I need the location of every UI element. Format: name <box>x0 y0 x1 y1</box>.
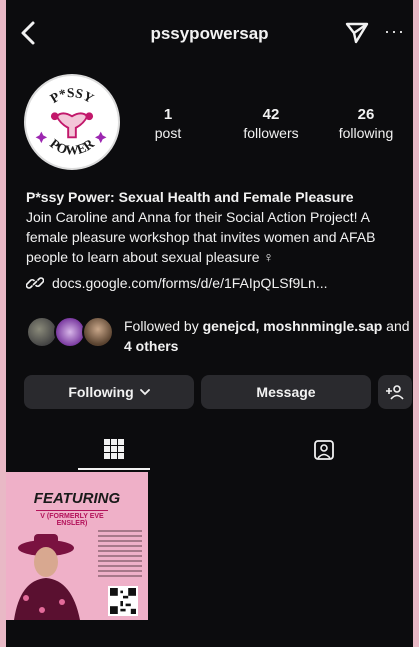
svg-text:P*SSY: P*SSY <box>47 85 96 106</box>
followers-count: 42 <box>262 106 280 123</box>
top-bar: pssypowersap ··· <box>6 14 413 54</box>
posts-stat: 1 post <box>128 106 208 141</box>
tab-tagged[interactable] <box>288 430 360 470</box>
grid-icon <box>104 439 124 459</box>
tagged-icon <box>314 440 334 460</box>
more-icon[interactable]: ··· <box>384 22 405 40</box>
post-thumbnail[interactable]: FEATURING V (FORMERLY EVE ENSLER) <box>6 472 148 620</box>
followers-label: followers <box>243 125 299 141</box>
svg-text:POWER: POWER <box>47 136 97 158</box>
follower-avatar <box>82 316 114 348</box>
avatar-line1: P*SSY <box>47 85 96 106</box>
post-headline: FEATURING <box>33 490 121 507</box>
profile-screen: pssypowersap ··· P*SSY POWER 1 post 42 f… <box>6 0 413 647</box>
post-fine-print <box>98 530 142 580</box>
bio: P*ssy Power: Sexual Health and Female Pl… <box>26 187 411 293</box>
following-button[interactable]: Following <box>24 375 194 409</box>
tab-posts-grid[interactable] <box>78 430 150 470</box>
bio-link-text: docs.google.com/forms/d/e/1FAIpQLSf9Ln..… <box>52 275 328 291</box>
chevron-down-icon <box>139 389 150 396</box>
followed-by-prefix: Followed by <box>124 318 203 334</box>
avatar-line2: POWER <box>47 136 97 158</box>
add-user-icon <box>386 385 404 400</box>
send-icon[interactable] <box>344 21 370 45</box>
add-user-button[interactable] <box>378 375 412 409</box>
followed-by-others: 4 others <box>124 338 179 354</box>
post-subtitle: V (FORMERLY EVE ENSLER) <box>36 510 108 527</box>
following-count: 26 <box>357 106 375 123</box>
followed-by-names: genejcd, moshnmingle.sap <box>202 318 383 334</box>
uterus-icon <box>50 112 94 139</box>
followers-stat[interactable]: 42 followers <box>231 106 311 141</box>
followed-by[interactable]: Followed by genejcd, moshnmingle.sap and… <box>26 316 413 356</box>
profile-tabs <box>6 430 413 470</box>
message-button[interactable]: Message <box>201 375 371 409</box>
followed-by-and: and <box>382 318 410 334</box>
avatar[interactable]: P*SSY POWER <box>24 74 120 170</box>
bio-link[interactable]: docs.google.com/forms/d/e/1FAIpQLSf9Ln..… <box>26 273 411 293</box>
message-button-label: Message <box>256 384 316 400</box>
posts-label: post <box>154 125 182 141</box>
following-label: following <box>338 125 394 141</box>
bio-name: P*ssy Power: Sexual Health and Female Pl… <box>26 189 354 205</box>
qr-code-icon <box>108 586 138 616</box>
bio-text: Join Caroline and Anna for their Social … <box>26 209 376 265</box>
following-stat[interactable]: 26 following <box>326 106 406 141</box>
posts-count: 1 <box>163 106 173 123</box>
followed-by-text: Followed by genejcd, moshnmingle.sap and… <box>124 316 413 356</box>
link-icon <box>26 277 44 289</box>
following-button-label: Following <box>68 384 134 400</box>
person-photo <box>14 534 80 620</box>
